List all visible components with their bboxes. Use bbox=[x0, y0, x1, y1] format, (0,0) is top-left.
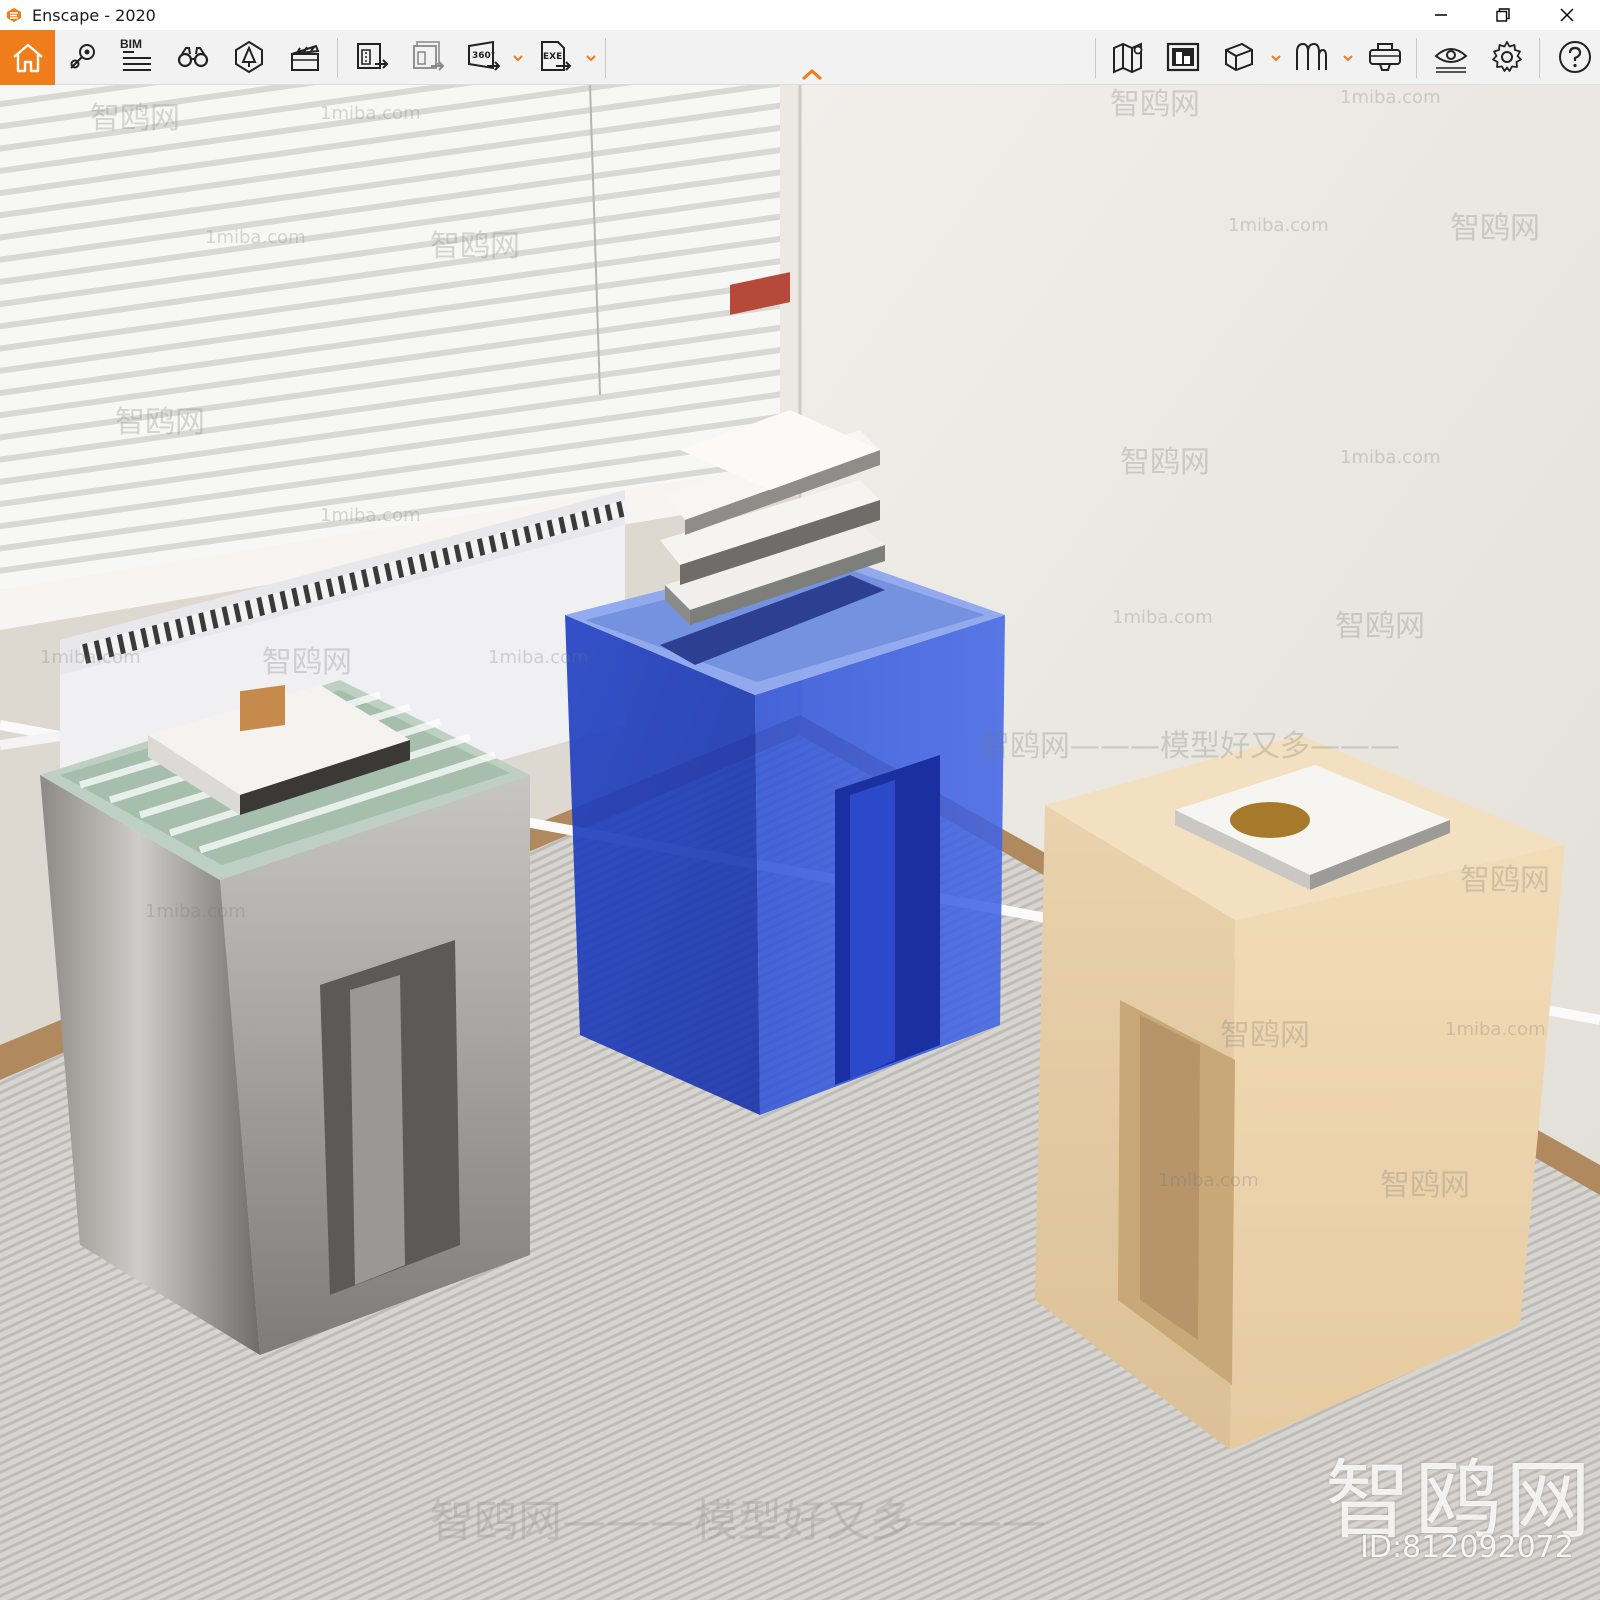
map-pin-icon bbox=[70, 44, 95, 69]
tree-icon bbox=[235, 40, 263, 74]
clapperboard-icon bbox=[291, 44, 320, 71]
watermark-slogan: 智鸥网———模型好又多——— bbox=[430, 1496, 1046, 1547]
batch-render-button[interactable] bbox=[405, 34, 451, 80]
toolbar-separator bbox=[1416, 38, 1417, 78]
exe-dropdown-caret-icon[interactable] bbox=[585, 52, 597, 64]
map-button[interactable] bbox=[1106, 34, 1152, 80]
close-button[interactable] bbox=[1544, 0, 1590, 30]
home-icon bbox=[12, 43, 43, 72]
panorama-dropdown-caret-icon[interactable] bbox=[512, 52, 524, 64]
render-viewport[interactable]: 1miba.com 智鸥网 1miba.com 智鸥网 1miba.com 智鸥… bbox=[0, 85, 1600, 1600]
toolbar-separator bbox=[605, 38, 606, 78]
restore-button[interactable] bbox=[1480, 0, 1526, 30]
map-icon bbox=[1113, 42, 1143, 74]
exe-export-icon: EXE bbox=[541, 41, 572, 71]
help-button[interactable] bbox=[1552, 34, 1598, 80]
asset-button[interactable] bbox=[226, 34, 272, 80]
section-button[interactable] bbox=[1216, 34, 1262, 80]
enscape-logo-icon bbox=[7, 8, 21, 22]
bim-label: BIM bbox=[120, 37, 142, 51]
capture-icon bbox=[1166, 42, 1200, 72]
settings-button[interactable] bbox=[1484, 34, 1530, 80]
cube-icon bbox=[1225, 42, 1253, 72]
panorama-360-icon: 360° bbox=[468, 40, 501, 71]
capture-button[interactable] bbox=[1160, 34, 1206, 80]
minimize-icon bbox=[1435, 14, 1447, 16]
walk-mode-button[interactable] bbox=[170, 34, 216, 80]
section-dropdown-caret-icon[interactable] bbox=[1270, 52, 1282, 64]
toolbar-separator bbox=[1539, 38, 1540, 78]
svg-text:360°: 360° bbox=[472, 51, 495, 61]
close-icon bbox=[1560, 8, 1574, 22]
help-icon bbox=[1559, 41, 1591, 73]
toolbar-separator bbox=[1095, 38, 1096, 78]
views-button[interactable] bbox=[60, 34, 106, 80]
window-title: Enscape - 2020 bbox=[32, 6, 156, 25]
visual-settings-button[interactable] bbox=[1428, 34, 1474, 80]
scene-render bbox=[0, 85, 1600, 1600]
vr-headset-icon bbox=[1369, 43, 1401, 71]
gear-icon bbox=[1492, 41, 1522, 72]
video-editor-button[interactable] bbox=[282, 34, 328, 80]
books-icon bbox=[1296, 42, 1327, 70]
eye-settings-icon bbox=[1434, 48, 1468, 73]
watermark-id: ID:812092072 bbox=[1360, 1530, 1574, 1565]
asset-library-button[interactable] bbox=[1288, 34, 1334, 80]
svg-text:EXE: EXE bbox=[543, 52, 562, 62]
binoculars-icon bbox=[177, 47, 209, 68]
restore-icon bbox=[1496, 8, 1510, 22]
batch-render-icon bbox=[413, 41, 445, 71]
toolbar-separator bbox=[337, 38, 338, 78]
home-button[interactable] bbox=[0, 30, 55, 85]
collapse-toolbar-arrow-icon[interactable] bbox=[800, 68, 824, 82]
panorama-button[interactable]: 360° bbox=[461, 34, 507, 80]
exe-export-button[interactable]: EXE bbox=[532, 34, 578, 80]
minimize-button[interactable] bbox=[1418, 0, 1464, 30]
render-export-icon bbox=[357, 43, 389, 69]
title-bar: Enscape - 2020 bbox=[0, 0, 1600, 30]
vr-button[interactable] bbox=[1362, 34, 1408, 80]
render-export-button[interactable] bbox=[349, 34, 395, 80]
asset-library-dropdown-caret-icon[interactable] bbox=[1342, 52, 1354, 64]
